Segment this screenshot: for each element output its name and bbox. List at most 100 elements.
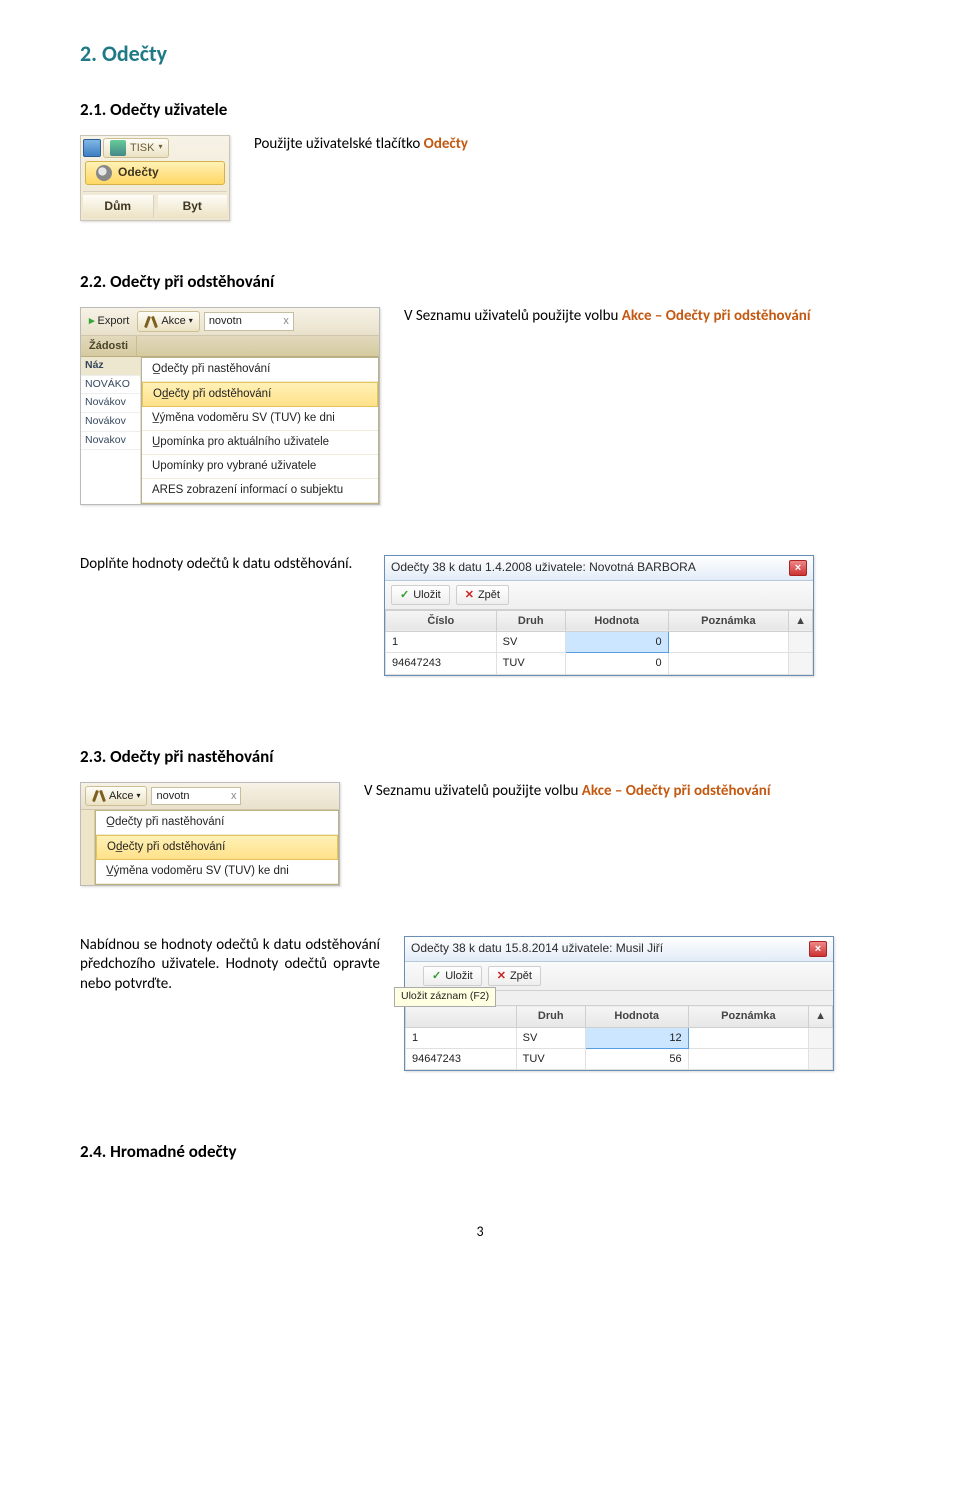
col-header: Poznámka: [668, 610, 788, 631]
menu-item[interactable]: U̲pomínka pro aktuálního uživatele: [142, 431, 378, 455]
cell[interactable]: 94647243: [406, 1048, 517, 1069]
akce-dropdown: O̲dečty při nastěhováníOd̲ečty při odstě…: [141, 357, 379, 504]
akce-label: Akce: [161, 314, 185, 328]
cell[interactable]: TUV: [516, 1048, 585, 1069]
menu-item[interactable]: O̲dečty při nastěhování: [142, 358, 378, 382]
table-row[interactable]: 94647243TUV0: [386, 653, 813, 674]
cell[interactable]: 1: [386, 632, 497, 653]
search-input[interactable]: novotn x: [204, 312, 294, 330]
save-button[interactable]: ✓ Uložit: [391, 585, 450, 605]
table-row[interactable]: 1SV12: [406, 1027, 833, 1048]
col-header: Druh: [516, 1006, 585, 1027]
akce-button[interactable]: Akce ▾: [85, 786, 147, 806]
tools-icon: [92, 789, 106, 803]
cell[interactable]: [668, 653, 788, 674]
s21-text-link: Odečty: [424, 135, 468, 153]
table-row[interactable]: 1SV0: [386, 632, 813, 653]
screenshot-dialog-2: Odečty 38 k datu 15.8.2014 uživatele: Mu…: [404, 936, 834, 1071]
menu-item[interactable]: O̲dečty při nastěhování: [96, 811, 338, 835]
menu-item[interactable]: V̲ýměna vodoměru SV (TUV) ke dni: [96, 860, 338, 884]
page-number: 3: [80, 1223, 880, 1241]
cell[interactable]: SV: [496, 632, 565, 653]
scrollbar-header: ▲: [789, 610, 813, 631]
cell[interactable]: 1: [406, 1027, 517, 1048]
cell[interactable]: 12: [585, 1027, 688, 1048]
subsection-2-1: 2.1. Odečty uživatele: [80, 99, 880, 121]
s23-text-link: Akce – Odečty při odstěhování: [582, 782, 771, 800]
s23-text: V Seznamu uživatelů použijte volbu Akce …: [364, 782, 771, 802]
check-icon: ✓: [432, 969, 441, 983]
s21-text: Použijte uživatelské tlačítko Odečty: [254, 135, 468, 155]
menu-item[interactable]: V̲ýměna vodoměru SV (TUV) ke dni: [142, 407, 378, 431]
cell[interactable]: [688, 1027, 808, 1048]
s22-text-prefix: V Seznamu uživatelů použijte volbu: [404, 307, 622, 325]
screenshot-ribbon: TISK ▾ Odečty Dům Byt: [80, 135, 230, 222]
s22-text: V Seznamu uživatelů použijte volbu Akce …: [404, 307, 811, 327]
col-header: Číslo: [386, 610, 497, 631]
export-arrow-icon: ▸: [89, 314, 95, 328]
s21-text-prefix: Použijte uživatelské tlačítko: [254, 135, 424, 153]
export-button[interactable]: ▸ Export: [85, 312, 133, 330]
cell[interactable]: 56: [585, 1048, 688, 1069]
export-label: Export: [98, 314, 130, 328]
clear-search[interactable]: x: [283, 314, 289, 328]
undo-label: Zpět: [478, 588, 500, 602]
table-row[interactable]: 94647243TUV56: [406, 1048, 833, 1069]
user-button-odecty[interactable]: Odečty: [85, 161, 225, 185]
check-icon: ✓: [400, 588, 409, 602]
tab-dum[interactable]: Dům: [83, 195, 154, 219]
save-button[interactable]: ✓ Uložit Uložit záznam (F2): [423, 966, 482, 986]
user-button-odecty-label: Odečty: [118, 165, 159, 181]
close-icon[interactable]: ×: [789, 560, 807, 576]
left-gutter: [81, 810, 95, 885]
s22-fill-text: Doplňte hodnoty odečtů k datu odstěhován…: [80, 555, 360, 575]
col-header: [406, 1006, 517, 1027]
print-button[interactable]: TISK ▾: [103, 138, 169, 158]
dialog-title: Odečty 38 k datu 15.8.2014 uživatele: Mu…: [411, 941, 663, 957]
save-label: Uložit: [445, 969, 473, 983]
cell[interactable]: [688, 1048, 808, 1069]
scrollbar-cell: [789, 632, 813, 653]
col-header-naz: Náz: [81, 357, 140, 376]
cell[interactable]: 0: [565, 632, 668, 653]
cross-icon: ✕: [497, 969, 506, 983]
undo-label: Zpět: [510, 969, 532, 983]
col-header: Hodnota: [565, 610, 668, 631]
cell[interactable]: 0: [565, 653, 668, 674]
list-item[interactable]: Novákov: [81, 413, 140, 432]
undo-button[interactable]: ✕ Zpět: [488, 966, 541, 986]
list-item[interactable]: NOVÁKO: [81, 376, 140, 395]
cell[interactable]: SV: [516, 1027, 585, 1048]
screenshot-dialog-1: Odečty 38 k datu 1.4.2008 uživatele: Nov…: [384, 555, 814, 676]
dropdown-arrow: ▾: [136, 791, 140, 801]
menu-item[interactable]: Od̲ečty při odstěhování: [142, 382, 378, 407]
dialog-grid-1: ČísloDruhHodnotaPoznámka▲ 1SV094647243TU…: [385, 610, 813, 675]
dialog-title: Odečty 38 k datu 1.4.2008 uživatele: Nov…: [391, 560, 696, 576]
print-label: TISK: [130, 141, 154, 155]
tab-zadosti[interactable]: Žádosti: [81, 336, 137, 356]
list-item[interactable]: Novákov: [81, 394, 140, 413]
menu-item[interactable]: Od̲ečty při odstěhování: [96, 835, 338, 860]
s23-fill-text: Nabídnou se hodnoty odečtů k datu odstěh…: [80, 936, 380, 995]
list-item[interactable]: Novakov: [81, 432, 140, 451]
cell[interactable]: TUV: [496, 653, 565, 674]
cell[interactable]: [668, 632, 788, 653]
menu-item[interactable]: ARES zobrazení informací o subjektu: [142, 479, 378, 503]
cross-icon: ✕: [465, 588, 474, 602]
akce-button[interactable]: Akce ▾: [137, 311, 199, 331]
app-icon: [83, 139, 101, 157]
screenshot-akce-menu-1: ▸ Export Akce ▾ novotn x Žádosti Náz NOV…: [80, 307, 380, 504]
search-value: novotn: [156, 789, 189, 803]
scrollbar-cell: [809, 1048, 833, 1069]
close-icon[interactable]: ×: [809, 941, 827, 957]
menu-item[interactable]: Upomínky pro vybrané uživatele: [142, 455, 378, 479]
col-header: Poznámka: [688, 1006, 808, 1027]
subsection-2-3: 2.3. Odečty při nastěhování: [80, 746, 880, 768]
cell[interactable]: 94647243: [386, 653, 497, 674]
search-input[interactable]: novotn x: [151, 787, 241, 805]
tab-byt[interactable]: Byt: [158, 195, 228, 219]
clear-search[interactable]: x: [231, 789, 237, 803]
undo-button[interactable]: ✕ Zpět: [456, 585, 509, 605]
gauge-icon: [96, 165, 112, 181]
s22-text-link: Akce – Odečty při odstěhování: [622, 307, 811, 325]
